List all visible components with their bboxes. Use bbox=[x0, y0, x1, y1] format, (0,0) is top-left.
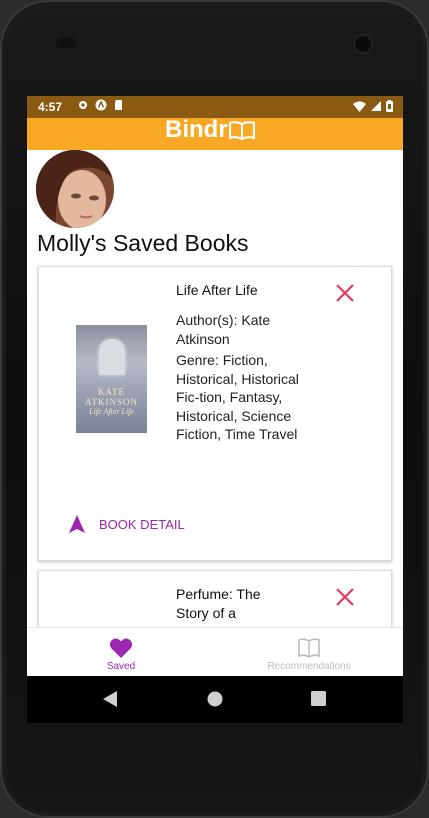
book-card[interactable]: KATE ATKINSON Life After Life Life After… bbox=[38, 266, 392, 561]
nav-saved-label: Saved bbox=[106, 661, 136, 672]
close-icon[interactable] bbox=[335, 283, 355, 303]
cover-art bbox=[99, 339, 125, 375]
nav-recommendations-label: Recommendations bbox=[267, 661, 351, 672]
phone-speaker bbox=[55, 38, 77, 48]
avatar bbox=[36, 150, 114, 228]
heart-icon bbox=[109, 638, 133, 658]
app-logo: Bindr bbox=[165, 116, 255, 144]
signal-icon bbox=[371, 101, 381, 111]
recents-icon[interactable] bbox=[311, 691, 326, 706]
phone-camera bbox=[355, 36, 371, 52]
book-detail-label: BOOK DETAIL bbox=[99, 516, 185, 532]
book-genre: Genre: Fiction, Historical, Historical F… bbox=[176, 352, 299, 442]
cover-title-text: Life After Life bbox=[89, 407, 134, 416]
cover-author-text: KATE ATKINSON bbox=[85, 387, 138, 407]
book-title: Perfume: The Story of a Murderer bbox=[176, 586, 261, 627]
wifi-icon bbox=[353, 101, 366, 112]
open-book-icon bbox=[228, 121, 255, 140]
phone-frame: 4:57 Bindr Molly's Saved Books KATE ATKI… bbox=[0, 0, 429, 818]
gear-icon bbox=[79, 101, 87, 109]
screen: 4:57 Bindr Molly's Saved Books KATE ATKI… bbox=[27, 96, 403, 723]
app-bar: Bindr bbox=[27, 116, 403, 150]
nav-saved[interactable]: Saved bbox=[27, 628, 215, 677]
status-system-icons bbox=[353, 100, 393, 112]
book-title: Life After Life bbox=[176, 282, 258, 298]
back-icon[interactable] bbox=[103, 691, 117, 707]
book-authors: Author(s): Kate Atkinson bbox=[176, 312, 271, 347]
status-notification-icons bbox=[77, 99, 125, 111]
system-navigation-bar bbox=[27, 676, 403, 723]
saved-books-list[interactable]: Molly's Saved Books KATE ATKINSON Life A… bbox=[27, 150, 403, 627]
navigation-arrow-icon bbox=[69, 515, 85, 533]
android-auto-icon bbox=[95, 99, 107, 111]
book-icon bbox=[298, 638, 320, 658]
battery-icon bbox=[386, 100, 393, 112]
book-card[interactable]: Perfume: The Story of a Murderer bbox=[38, 570, 392, 627]
nav-recommendations[interactable]: Recommendations bbox=[215, 628, 403, 677]
book-cover[interactable]: KATE ATKINSON Life After Life bbox=[76, 325, 147, 433]
book-detail-button[interactable]: BOOK DETAIL bbox=[69, 515, 185, 533]
page-title: Molly's Saved Books bbox=[37, 230, 249, 256]
app-brand-name: Bindr bbox=[165, 116, 228, 143]
bottom-navigation: Saved Recommendations bbox=[27, 627, 403, 677]
status-bar: 4:57 bbox=[27, 96, 403, 118]
sd-card-icon bbox=[115, 100, 122, 110]
home-icon[interactable] bbox=[207, 691, 223, 707]
status-time: 4:57 bbox=[38, 100, 63, 114]
profile-photo bbox=[36, 150, 114, 228]
close-icon[interactable] bbox=[335, 587, 355, 607]
book-meta: Author(s): Kate Atkinson Genre: Fiction,… bbox=[176, 311, 301, 447]
